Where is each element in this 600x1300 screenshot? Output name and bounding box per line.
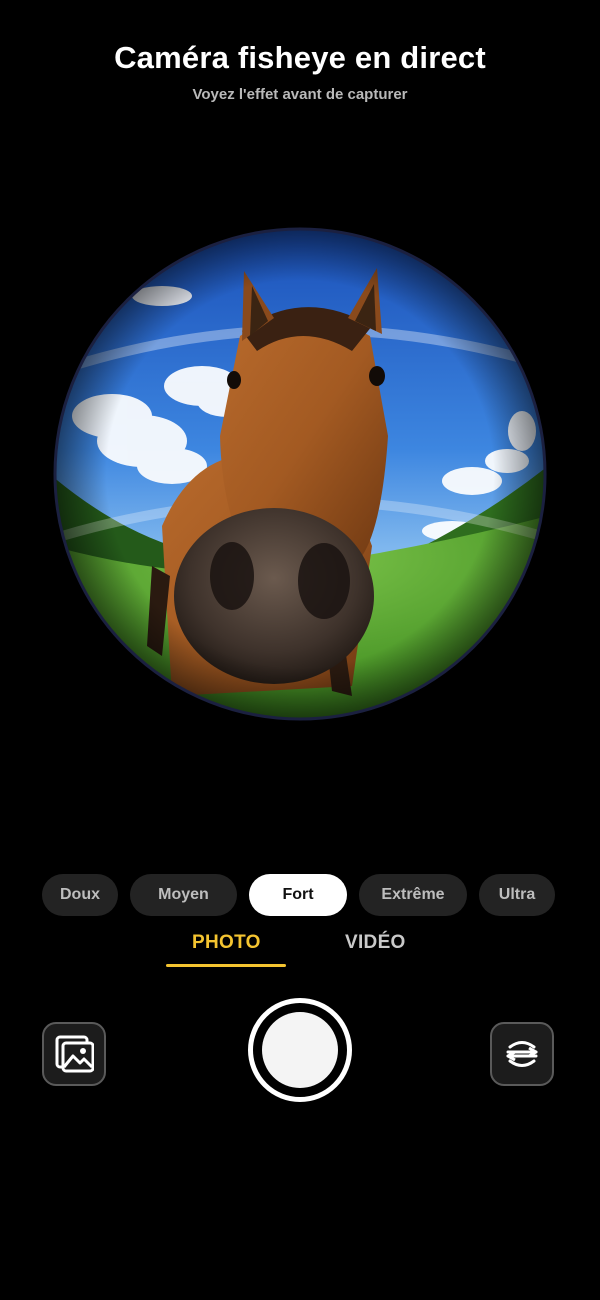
flip-camera-icon bbox=[506, 1041, 538, 1067]
page-subtitle: Voyez l'effet avant de capturer bbox=[192, 86, 408, 103]
flip-camera-button[interactable] bbox=[490, 1022, 554, 1086]
intensity-option-moyen[interactable]: Moyen bbox=[130, 874, 237, 916]
capture-mode-tabs: PHOTO VIDÉO bbox=[0, 930, 600, 970]
fisheye-viewfinder[interactable] bbox=[52, 226, 548, 722]
camera-preview bbox=[53, 227, 547, 721]
header: Caméra fisheye en direct Voyez l'effet a… bbox=[0, 40, 600, 103]
tab-photo[interactable]: PHOTO bbox=[192, 932, 261, 954]
intensity-option-ultra[interactable]: Ultra bbox=[479, 874, 555, 916]
gallery-button[interactable] bbox=[42, 1022, 106, 1086]
gallery-icon bbox=[55, 1035, 94, 1073]
active-tab-indicator bbox=[166, 964, 286, 967]
intensity-option-fort[interactable]: Fort bbox=[249, 874, 347, 916]
intensity-option-doux[interactable]: Doux bbox=[42, 874, 118, 916]
intensity-selector: Doux Moyen Fort Extrême Ultra bbox=[0, 874, 600, 918]
intensity-option-extreme[interactable]: Extrême bbox=[359, 874, 467, 916]
shutter-icon bbox=[262, 1012, 338, 1088]
shutter-button[interactable] bbox=[248, 998, 352, 1102]
page-title: Caméra fisheye en direct bbox=[114, 40, 486, 75]
tab-video[interactable]: VIDÉO bbox=[345, 932, 406, 954]
